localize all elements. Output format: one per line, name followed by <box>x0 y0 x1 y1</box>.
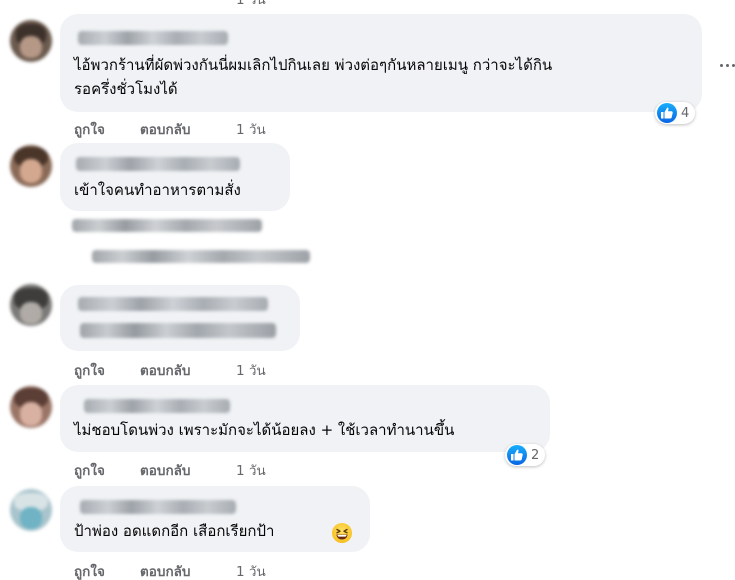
grinning-squinting-face-icon <box>332 523 352 543</box>
avatar[interactable] <box>10 145 52 187</box>
author-name-blurred[interactable] <box>80 500 236 514</box>
avatar[interactable] <box>10 386 52 428</box>
view-replies-blurred[interactable] <box>92 250 310 263</box>
comment-text-line: ไม่ชอบโดนพ่วง เพราะมักจะได้น้อยลง + ใช้เ… <box>74 421 455 439</box>
comment-text-line: รอครึ่งชั่วโมงได้ <box>74 80 178 98</box>
time-label[interactable]: 1 วัน <box>236 118 266 140</box>
actions-blurred <box>72 219 262 232</box>
like-icon <box>657 103 677 123</box>
comment-text-line: ไอ้พวกร้านที่ผัดพ่วงกันนี่ผมเลิกไปกินเลย… <box>74 56 553 74</box>
time-label[interactable]: 1 วัน <box>236 560 266 580</box>
comment-bubble: เข้าใจคนทำอาหารตามสั่ง <box>60 143 290 211</box>
reaction-count: 4 <box>681 105 690 121</box>
comment-text-line: ป้าพ่อง อดแดกอีก เสือกเรียกป้า <box>74 522 275 540</box>
comment-bubble: ป้าพ่อง อดแดกอีก เสือกเรียกป้า <box>60 486 370 552</box>
comment-bubble <box>60 285 300 351</box>
author-name-blurred[interactable] <box>78 297 268 311</box>
time-label[interactable]: 1 วัน <box>236 459 266 481</box>
time-label: 1 วัน <box>236 0 266 8</box>
avatar[interactable] <box>10 20 52 62</box>
avatar[interactable] <box>10 284 52 326</box>
reply-button[interactable]: ตอบกลับ <box>140 118 190 140</box>
author-name-blurred[interactable] <box>78 31 228 45</box>
comment-text-line: เข้าใจคนทำอาหารตามสั่ง <box>74 181 241 199</box>
comment-text-blurred <box>80 323 276 338</box>
like-button[interactable]: ถูกใจ <box>74 459 105 481</box>
avatar[interactable] <box>10 489 52 531</box>
like-button[interactable]: ถูกใจ <box>74 359 105 381</box>
reaction-summary[interactable]: 2 <box>505 444 546 466</box>
reaction-summary[interactable]: 4 <box>655 102 696 124</box>
author-name-blurred[interactable] <box>76 157 240 171</box>
comment-thread: 1 วัน ไอ้พวกร้านที่ผัดพ่วงกันนี่ผมเลิกไป… <box>0 0 735 580</box>
reply-button[interactable]: ตอบกลับ <box>140 459 190 481</box>
like-button[interactable]: ถูกใจ <box>74 118 105 140</box>
like-button[interactable]: ถูกใจ <box>74 560 105 580</box>
author-name-blurred[interactable] <box>84 399 230 413</box>
like-icon <box>507 445 527 465</box>
reply-button[interactable]: ตอบกลับ <box>140 359 190 381</box>
reaction-count: 2 <box>531 447 540 463</box>
reply-button[interactable]: ตอบกลับ <box>140 560 190 580</box>
comment-bubble: ไอ้พวกร้านที่ผัดพ่วงกันนี่ผมเลิกไปกินเลย… <box>60 14 702 112</box>
time-label[interactable]: 1 วัน <box>236 359 266 381</box>
more-options-icon[interactable] <box>720 58 735 72</box>
comment-bubble: ไม่ชอบโดนพ่วง เพราะมักจะได้น้อยลง + ใช้เ… <box>60 385 550 452</box>
